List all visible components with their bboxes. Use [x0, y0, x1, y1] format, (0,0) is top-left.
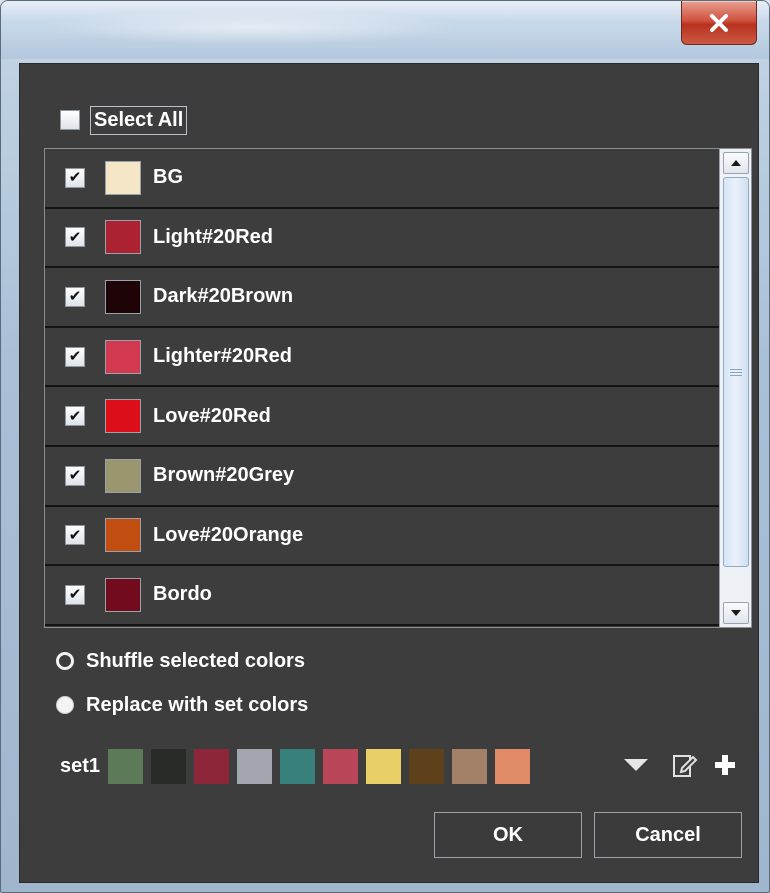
- chevron-down-icon: [623, 758, 649, 777]
- scrollbar-thumb[interactable]: [723, 177, 749, 567]
- color-list-item[interactable]: ✔ Dark#20Brown: [45, 268, 719, 328]
- color-set-row: set1: [60, 748, 538, 784]
- select-all-label: Select All: [90, 105, 188, 135]
- scroll-down-button[interactable]: [723, 602, 749, 624]
- title-bar-glow: [41, 9, 461, 45]
- select-all-control[interactable]: Select All: [60, 104, 188, 136]
- close-icon: [708, 13, 730, 33]
- edit-icon: [672, 752, 698, 783]
- color-swatch[interactable]: [105, 518, 141, 553]
- color-item-checkbox[interactable]: ✔: [65, 286, 85, 307]
- set-color-swatch[interactable]: [366, 748, 402, 784]
- color-list-rows: ✔ BG ✔ Light#20Red ✔ Dark#20Brown ✔ Lighter#20R…: [45, 149, 719, 626]
- cancel-button[interactable]: Cancel: [594, 812, 742, 858]
- color-list-item[interactable]: ✔ BG: [45, 149, 719, 209]
- color-name: Light#20Red: [153, 225, 274, 248]
- color-list-item[interactable]: ✔ Lighter#20Red: [45, 328, 719, 388]
- plus-icon: [713, 753, 737, 782]
- color-item-checkbox[interactable]: ✔: [65, 525, 85, 546]
- color-item-checkbox[interactable]: ✔: [65, 227, 85, 248]
- color-name: Love#20Red: [153, 404, 271, 427]
- replace-label: Replace with set colors: [86, 693, 309, 716]
- set-color-swatch[interactable]: [452, 748, 488, 784]
- set-color-swatch[interactable]: [151, 748, 187, 784]
- arrow-down-icon: [730, 604, 742, 622]
- color-item-checkbox[interactable]: ✔: [65, 406, 85, 427]
- add-set-button[interactable]: [710, 752, 740, 782]
- set-color-swatch[interactable]: [409, 748, 445, 784]
- color-list-item[interactable]: ✔ Brown#20Grey: [45, 447, 719, 507]
- set-color-swatch[interactable]: [237, 748, 273, 784]
- color-name: Love#20Orange: [153, 523, 304, 546]
- replace-option[interactable]: Replace with set colors: [56, 690, 308, 720]
- color-item-checkbox[interactable]: ✔: [65, 167, 85, 188]
- color-swatch[interactable]: [105, 577, 141, 612]
- vertical-scrollbar[interactable]: [719, 149, 751, 627]
- select-all-checkbox[interactable]: [60, 110, 80, 130]
- shuffle-radio[interactable]: [56, 652, 74, 670]
- replace-radio[interactable]: [56, 696, 74, 714]
- color-swatch[interactable]: [105, 458, 141, 493]
- ok-button[interactable]: OK: [434, 812, 582, 858]
- color-list-item[interactable]: ✔ Love#20Orange: [45, 507, 719, 567]
- color-name: Bordo: [153, 583, 212, 606]
- scroll-up-button[interactable]: [723, 152, 749, 174]
- arrow-up-icon: [730, 154, 742, 172]
- edit-set-button[interactable]: [670, 752, 700, 782]
- set-color-swatch[interactable]: [280, 748, 316, 784]
- color-item-checkbox[interactable]: ✔: [65, 584, 85, 605]
- color-name: Dark#20Brown: [153, 285, 294, 308]
- color-item-checkbox[interactable]: ✔: [65, 465, 85, 486]
- color-set-swatches: [108, 748, 538, 784]
- grip-icon: [730, 367, 742, 378]
- color-list-item[interactable]: ✔ Bordo: [45, 566, 719, 626]
- color-name: Brown#20Grey: [153, 464, 295, 487]
- color-name: BG: [153, 166, 183, 189]
- set-dropdown-button[interactable]: [620, 752, 652, 782]
- color-swatch[interactable]: [105, 339, 141, 374]
- shuffle-option[interactable]: Shuffle selected colors: [56, 646, 305, 676]
- color-swatch[interactable]: [105, 160, 141, 195]
- color-swatch[interactable]: [105, 399, 141, 434]
- set-color-swatch[interactable]: [495, 748, 531, 784]
- close-button[interactable]: [681, 1, 757, 45]
- color-list: ✔ BG ✔ Light#20Red ✔ Dark#20Brown ✔ Lighter#20R…: [44, 148, 752, 628]
- color-list-item[interactable]: ✔ Love#20Red: [45, 387, 719, 447]
- color-swatch[interactable]: [105, 220, 141, 255]
- shuffle-label: Shuffle selected colors: [86, 649, 305, 672]
- color-list-item[interactable]: ✔ Light#20Red: [45, 209, 719, 269]
- color-item-checkbox[interactable]: ✔: [65, 346, 85, 367]
- color-swatch[interactable]: [105, 279, 141, 314]
- title-bar[interactable]: [1, 1, 769, 59]
- color-dialog-window: Select All ✔ BG ✔ Light#20Red ✔ Dark#20Brown ✔…: [0, 0, 770, 893]
- set-color-swatch[interactable]: [108, 748, 144, 784]
- set-color-swatch[interactable]: [194, 748, 230, 784]
- dialog-content: Select All ✔ BG ✔ Light#20Red ✔ Dark#20Brown ✔…: [19, 63, 759, 883]
- color-set-name: set1: [60, 754, 101, 777]
- set-color-swatch[interactable]: [323, 748, 359, 784]
- color-name: Lighter#20Red: [153, 345, 292, 368]
